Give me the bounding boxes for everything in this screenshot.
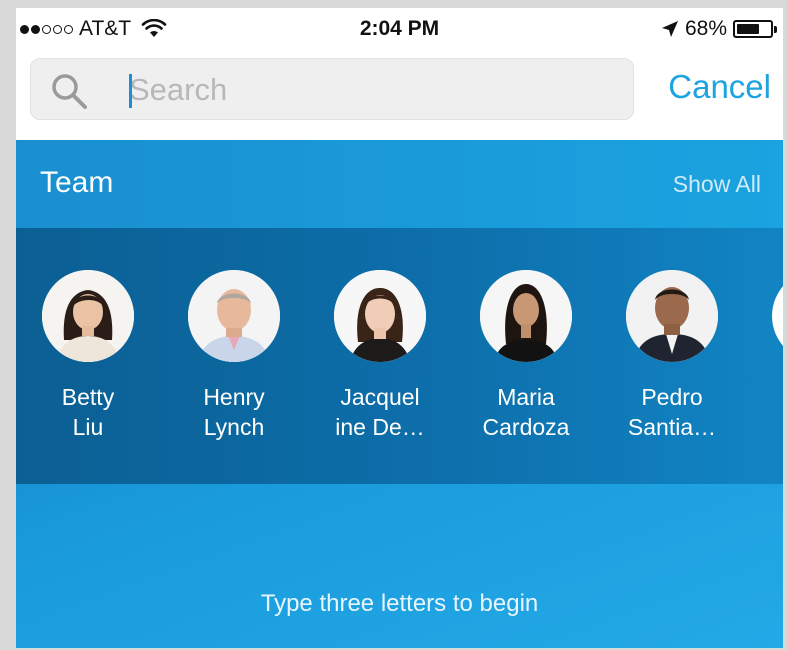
avatar-photo: [334, 270, 426, 362]
avatar-photo: [188, 270, 280, 362]
phone-screen: AT&T 2:04 PM 68% Search Cancel Team Show…: [16, 8, 783, 648]
cancel-button[interactable]: Cancel: [668, 68, 771, 106]
avatar-photo: [626, 270, 718, 362]
contact-name: Maria Cardoza: [482, 384, 570, 440]
signal-dot: [20, 24, 29, 34]
status-left: AT&T: [16, 17, 167, 41]
avatar-photo: [480, 270, 572, 362]
search-box[interactable]: [30, 58, 634, 120]
signal-dot: [53, 24, 62, 34]
team-title: Team: [40, 166, 114, 199]
contact-name: Betty Liu: [61, 384, 115, 440]
battery-percent: 68%: [684, 17, 727, 40]
avatar: [42, 270, 134, 362]
battery-fill: [737, 24, 759, 34]
signal-dot: [64, 24, 73, 34]
contact-name: Pedro Santia…: [627, 384, 717, 440]
team-panel: Team Show All Betty Liu Henry Lynch Jacq…: [16, 140, 783, 648]
search-row: Cancel: [16, 50, 783, 140]
avatar: [480, 270, 572, 362]
signal-strength-icon: [20, 24, 73, 34]
contact-name: Henry Lynch: [203, 384, 265, 440]
contact-item[interactable]: Henry Lynch: [164, 270, 304, 442]
avatar: [772, 270, 783, 362]
status-bar: AT&T 2:04 PM 68%: [16, 8, 783, 50]
contact-item[interactable]: Pedro Santia…: [602, 270, 742, 442]
search-icon: [52, 74, 87, 109]
contact-item[interactable]: Betty Liu: [18, 270, 158, 442]
signal-dot: [31, 24, 40, 34]
wifi-icon: [141, 19, 167, 37]
location-arrow-icon: [661, 21, 678, 37]
contact-item-partial[interactable]: [748, 270, 783, 362]
battery-tip: [774, 25, 777, 33]
text-cursor: [129, 74, 132, 108]
contact-item[interactable]: Jacquel ine De…: [310, 270, 450, 442]
team-header: Team Show All: [16, 140, 783, 228]
battery-icon: [733, 20, 777, 38]
search-input[interactable]: [127, 69, 621, 111]
contact-item[interactable]: Maria Cardoza: [456, 270, 596, 442]
team-contacts-carousel[interactable]: Betty Liu Henry Lynch Jacquel ine De… Ma…: [16, 228, 783, 484]
avatar: [626, 270, 718, 362]
avatar: [334, 270, 426, 362]
status-right: 68%: [661, 17, 783, 41]
contact-name: Jacquel ine De…: [335, 384, 425, 440]
show-all-link[interactable]: Show All: [673, 171, 761, 198]
avatar-photo: [42, 270, 134, 362]
carrier-name: AT&T: [79, 17, 132, 40]
search-hint: Type three letters to begin: [260, 590, 539, 617]
signal-dot: [42, 24, 51, 34]
battery-body: [733, 20, 773, 38]
avatar: [188, 270, 280, 362]
